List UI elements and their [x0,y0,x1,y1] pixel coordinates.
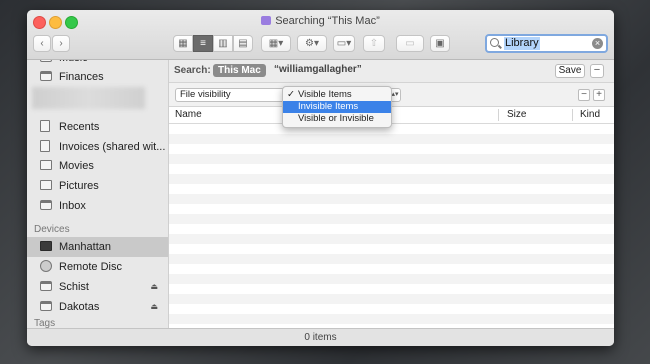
forward-button[interactable]: › [52,35,70,52]
sidebar-item-label: Movies [59,160,94,172]
search-input[interactable]: Library [504,37,540,50]
sidebar-item-inbox[interactable]: Inbox [27,196,168,216]
menu-item-label: Visible Items [298,89,352,100]
back-button[interactable]: ‹ [33,35,51,52]
sidebar-item-finances[interactable]: Finances [27,67,168,87]
share-button[interactable]: ⇧ [363,35,385,52]
status-bar: 0 items [27,328,614,346]
column-divider [498,109,499,121]
folder-icon [40,71,52,81]
window-title-text: Searching “This Mac” [275,15,380,27]
sidebar-item-recents[interactable]: Recents [27,117,168,137]
title-bar: Searching “This Mac” ‹ › ▦ ≡ ▥ ▤ ▦▾ ⚙▾ ▭… [27,10,614,60]
column-view-button[interactable]: ▥ [213,35,233,52]
search-scope-bar: Search: This Mac “williamgallagher” Save… [169,60,614,83]
eject-icon[interactable]: ⏏ [150,297,158,317]
menu-item-label: Invisible Items [298,101,359,112]
save-button[interactable]: Save [555,64,585,78]
sidebar-item-movies[interactable]: Movies [27,156,168,176]
icon-view-button[interactable]: ▦ [173,35,193,52]
tags-button[interactable]: ▭▾ [333,35,355,52]
sidebar-item-dakotas[interactable]: Dakotas ⏏ [27,297,168,317]
remove-search-button[interactable]: − [590,64,604,78]
attribute-popup[interactable]: File visibility [175,88,285,102]
sidebar-item-remote-disc[interactable]: Remote Disc [27,257,168,277]
sidebar-item-schist[interactable]: Schist ⏏ [27,277,168,297]
checkmark-icon: ✓ [287,89,295,100]
scope-this-mac-button[interactable]: This Mac [213,64,266,77]
tags-header: Tags [34,318,56,328]
smart-folder-icon [261,16,272,25]
sidebar-item-invoices[interactable]: Invoices (shared wit... [27,137,168,157]
drive-icon [40,301,52,311]
menu-item-visible-or-invisible[interactable]: Visible or Invisible [283,113,391,125]
sidebar-item-label: Recents [59,121,100,133]
sidebar-item-pictures[interactable]: Pictures [27,176,168,196]
add-criteria-button[interactable]: + [593,89,605,101]
folder-icon [40,200,52,210]
recents-icon [40,120,50,132]
eject-icon[interactable]: ⏏ [150,277,158,297]
movies-icon [40,160,52,170]
sidebar-item-label: Invoices (shared wit... [59,141,166,153]
pictures-icon [40,180,52,190]
gallery-view-button[interactable]: ▤ [233,35,253,52]
sidebar-item-label: Pictures [59,180,99,192]
monitor-icon [40,241,52,251]
sidebar-item-label: Remote Disc [59,261,122,273]
sidebar-item-label: Manhattan [59,241,111,253]
folder-icon [40,60,52,62]
doc-icon [40,140,50,152]
search-icon [490,38,499,47]
dropbox-button[interactable]: ▣ [430,35,450,52]
column-name[interactable]: Name [175,109,202,120]
menu-item-label: Visible or Invisible [298,113,374,124]
group-button[interactable]: ▦▾ [261,35,291,52]
menu-item-invisible-items[interactable]: Invisible Items [283,101,391,113]
remove-criteria-button[interactable]: − [578,89,590,101]
search-field[interactable]: Library × [485,34,608,53]
scope-user-button[interactable]: “williamgallagher” [274,64,362,75]
results-list [169,124,614,328]
drive-icon [40,281,52,291]
list-view-button[interactable]: ≡ [193,35,213,52]
sidebar-item-manhattan[interactable]: Manhattan [27,237,168,257]
window-title: Searching “This Mac” [27,15,614,27]
sidebar-item-label: Dakotas [59,301,100,313]
menu-item-visible-items[interactable]: ✓ Visible Items [283,89,391,101]
redacted-item [32,87,145,109]
finder-window: Searching “This Mac” ‹ › ▦ ≡ ▥ ▤ ▦▾ ⚙▾ ▭… [27,10,614,346]
column-size[interactable]: Size [507,109,526,120]
sidebar-item-label: Schist [59,281,89,293]
sidebar-item-label: Inbox [59,200,86,212]
devices-header: Devices [34,224,70,235]
sidebar: Music Finances Recents Invoices (shared … [27,60,169,328]
visibility-dropdown-menu: ✓ Visible Items Invisible Items Visible … [282,86,392,128]
edit-tags-button[interactable]: ▭ [396,35,424,52]
column-divider [572,109,573,121]
disc-icon [40,260,52,272]
column-kind[interactable]: Kind [580,109,600,120]
clear-search-icon[interactable]: × [592,38,603,49]
search-label: Search: [174,65,211,76]
sidebar-item-label: Finances [59,71,104,83]
action-button[interactable]: ⚙▾ [297,35,327,52]
